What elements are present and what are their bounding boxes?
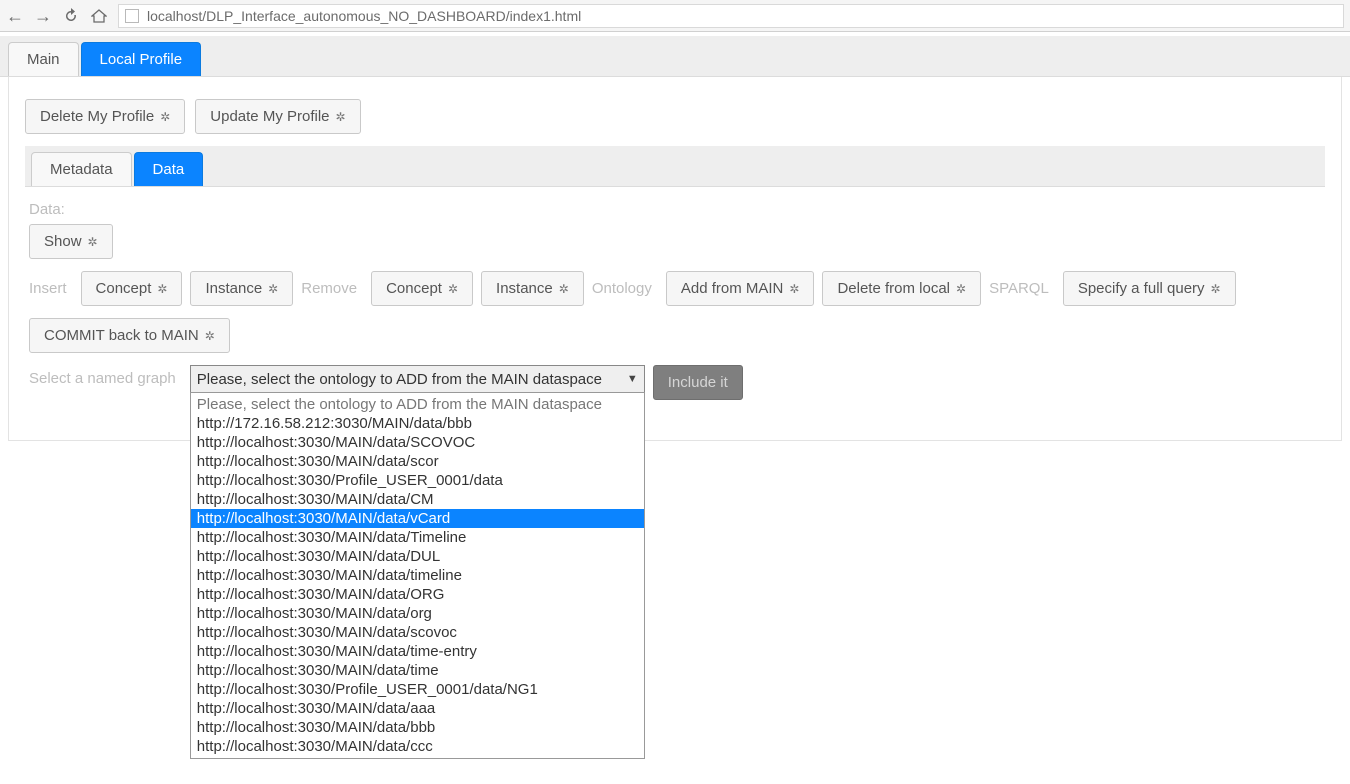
sub-tabs: Metadata Data bbox=[25, 146, 1325, 187]
ontology-option[interactable]: http://localhost:3030/MAIN/data/CM bbox=[191, 490, 644, 509]
tab-data[interactable]: Data bbox=[134, 152, 204, 186]
button-label: Concept bbox=[386, 280, 442, 297]
data-panel: Data: Show ✲ Insert Concept ✲ Instance ✲ R… bbox=[25, 187, 1325, 416]
ontology-option[interactable]: http://localhost:3030/Profile_USER_0001/… bbox=[191, 680, 644, 699]
button-label: Concept bbox=[96, 280, 152, 297]
page-icon bbox=[125, 9, 139, 23]
tab-label: Data bbox=[153, 161, 185, 178]
button-label: Specify a full query bbox=[1078, 280, 1205, 297]
ontology-option[interactable]: http://localhost:3030/MAIN/data/time-ent… bbox=[191, 642, 644, 661]
reload-icon[interactable] bbox=[62, 7, 80, 25]
url-bar[interactable]: localhost/DLP_Interface_autonomous_NO_DA… bbox=[118, 4, 1344, 28]
add-from-main-button[interactable]: Add from MAIN ✲ bbox=[666, 271, 815, 306]
gear-icon: ✲ bbox=[205, 329, 215, 343]
back-icon[interactable]: ← bbox=[6, 7, 24, 25]
chevron-down-icon: ▼ bbox=[627, 373, 638, 385]
gear-icon: ✲ bbox=[157, 282, 167, 296]
remove-instance-button[interactable]: Instance ✲ bbox=[481, 271, 584, 306]
ontology-option[interactable]: http://localhost:3030/MAIN/data/scovoc bbox=[191, 623, 644, 642]
ontology-option[interactable]: http://localhost:3030/MAIN/data/org bbox=[191, 604, 644, 623]
ontology-option[interactable]: http://localhost:3030/MAIN/data/vCard bbox=[191, 509, 644, 528]
insert-label: Insert bbox=[29, 280, 67, 297]
button-label: Delete My Profile bbox=[40, 108, 154, 125]
button-label: Delete from local bbox=[837, 280, 950, 297]
show-button[interactable]: Show ✲ bbox=[29, 224, 113, 259]
home-icon[interactable] bbox=[90, 7, 108, 25]
browser-chrome: ← → localhost/DLP_Interface_autonomous_N… bbox=[0, 0, 1350, 32]
tab-label: Local Profile bbox=[100, 51, 183, 68]
button-label: Update My Profile bbox=[210, 108, 329, 125]
button-label: Add from MAIN bbox=[681, 280, 784, 297]
forward-icon[interactable]: → bbox=[34, 7, 52, 25]
delete-from-local-button[interactable]: Delete from local ✲ bbox=[822, 271, 981, 306]
gear-icon: ✲ bbox=[789, 282, 799, 296]
sparql-label: SPARQL bbox=[989, 280, 1049, 297]
gear-icon: ✲ bbox=[956, 282, 966, 296]
url-text: localhost/DLP_Interface_autonomous_NO_DA… bbox=[147, 8, 581, 24]
ontology-select[interactable]: Please, select the ontology to ADD from … bbox=[190, 365, 645, 393]
tab-local-profile[interactable]: Local Profile bbox=[81, 42, 202, 76]
commit-button[interactable]: COMMIT back to MAIN ✲ bbox=[29, 318, 230, 353]
ontology-option[interactable]: http://localhost:3030/MAIN/data/time bbox=[191, 661, 644, 680]
ontology-option[interactable]: http://localhost:3030/MAIN/data/scor bbox=[191, 452, 644, 471]
insert-concept-button[interactable]: Concept ✲ bbox=[81, 271, 183, 306]
gear-icon: ✲ bbox=[336, 110, 346, 124]
button-label: Include it bbox=[668, 374, 728, 391]
ontology-option[interactable]: http://localhost:3030/MAIN/data/SCOVOC bbox=[191, 433, 644, 452]
button-label: COMMIT back to MAIN bbox=[44, 327, 199, 344]
ontology-option[interactable]: http://localhost:3030/MAIN/data/timeline bbox=[191, 566, 644, 585]
ontology-option[interactable]: http://localhost:3030/MAIN/data/ccc bbox=[191, 737, 644, 756]
update-profile-button[interactable]: Update My Profile ✲ bbox=[195, 99, 360, 134]
ontology-option[interactable]: http://localhost:3030/MAIN/data/aaa bbox=[191, 699, 644, 718]
gear-icon: ✲ bbox=[88, 235, 98, 249]
tab-label: Metadata bbox=[50, 161, 113, 178]
profile-panel: Delete My Profile ✲ Update My Profile ✲ … bbox=[8, 77, 1342, 441]
remove-concept-button[interactable]: Concept ✲ bbox=[371, 271, 473, 306]
button-label: Instance bbox=[496, 280, 553, 297]
tab-metadata[interactable]: Metadata bbox=[31, 152, 132, 186]
remove-label: Remove bbox=[301, 280, 357, 297]
tab-label: Main bbox=[27, 51, 60, 68]
ontology-option[interactable]: http://localhost:3030/MAIN/data/bbb bbox=[191, 718, 644, 737]
ontology-dropdown[interactable]: Please, select the ontology to ADD from … bbox=[190, 392, 645, 759]
select-value: Please, select the ontology to ADD from … bbox=[197, 371, 602, 388]
gear-icon: ✲ bbox=[268, 282, 278, 296]
data-label: Data: bbox=[29, 201, 1321, 218]
ontology-option[interactable]: http://172.16.58.212:3030/MAIN/data/bbb bbox=[191, 414, 644, 433]
gear-icon: ✲ bbox=[559, 282, 569, 296]
button-label: Show bbox=[44, 233, 82, 250]
gear-icon: ✲ bbox=[160, 110, 170, 124]
ontology-option[interactable]: http://localhost:3030/MAIN/data/Timeline bbox=[191, 528, 644, 547]
gear-icon: ✲ bbox=[448, 282, 458, 296]
ontology-label: Ontology bbox=[592, 280, 652, 297]
ontology-option[interactable]: http://localhost:3030/Profile_USER_0001/… bbox=[191, 471, 644, 490]
page-body: Main Local Profile Delete My Profile ✲ U… bbox=[0, 36, 1350, 441]
button-label: Instance bbox=[205, 280, 262, 297]
specify-query-button[interactable]: Specify a full query ✲ bbox=[1063, 271, 1236, 306]
select-display[interactable]: Please, select the ontology to ADD from … bbox=[190, 365, 645, 393]
ontology-option[interactable]: http://localhost:3030/MAIN/data/DUL bbox=[191, 547, 644, 566]
include-it-button[interactable]: Include it bbox=[653, 365, 743, 400]
gear-icon: ✲ bbox=[1211, 282, 1221, 296]
ontology-option[interactable]: Please, select the ontology to ADD from … bbox=[191, 395, 644, 414]
delete-profile-button[interactable]: Delete My Profile ✲ bbox=[25, 99, 185, 134]
actions-row: Insert Concept ✲ Instance ✲ Remove Concept… bbox=[29, 271, 1321, 306]
tab-main[interactable]: Main bbox=[8, 42, 79, 76]
top-tabs: Main Local Profile bbox=[0, 36, 1350, 77]
insert-instance-button[interactable]: Instance ✲ bbox=[190, 271, 293, 306]
ontology-option[interactable]: http://localhost:3030/MAIN/data/ORG bbox=[191, 585, 644, 604]
select-graph-label: Select a named graph bbox=[29, 370, 176, 387]
